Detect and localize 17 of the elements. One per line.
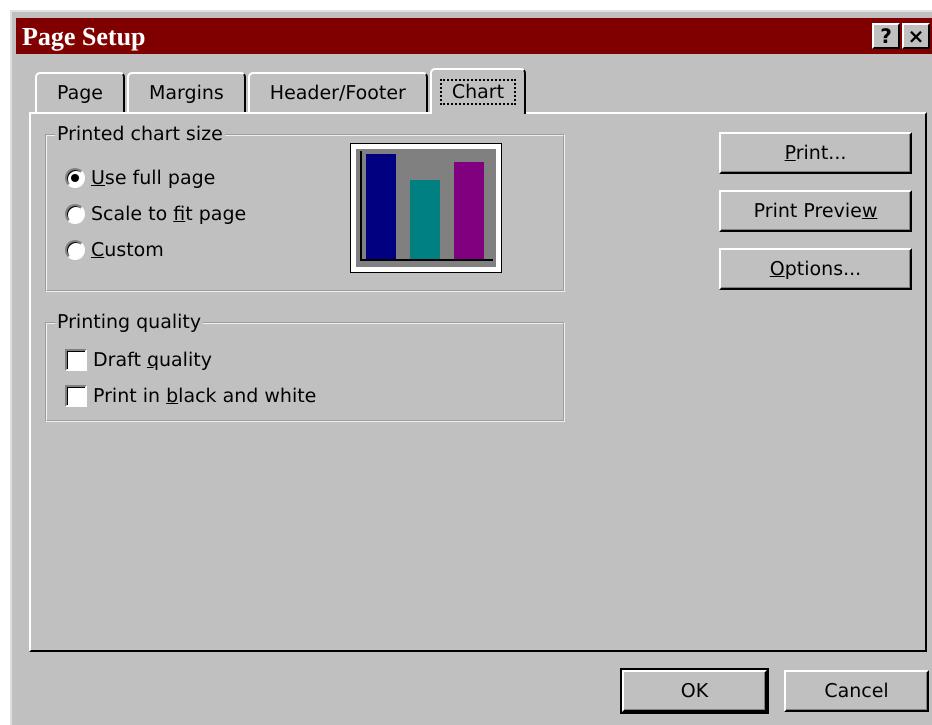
radio-option[interactable]: Custom [65,232,350,268]
checkbox-option[interactable]: Draft quality [65,342,563,378]
tab[interactable]: Margins [127,72,246,112]
help-button[interactable]: ? [872,23,900,49]
radio-option[interactable]: Use full page [65,160,350,196]
radio-option[interactable]: Scale to fit page [65,196,350,232]
window-title: Page Setup [22,20,146,53]
tab[interactable]: Chart [430,68,526,114]
close-button[interactable]: × [902,23,930,49]
cancel-button[interactable]: Cancel [784,670,929,712]
tab[interactable]: Header/Footer [248,72,428,112]
ok-button[interactable]: OK [622,670,767,712]
dialog-button[interactable]: Options... [719,248,912,290]
dialog-button[interactable]: Print... [719,132,912,174]
checkbox-option[interactable]: Print in black and white [65,378,563,414]
tab[interactable]: Page [35,72,125,112]
dialog-button[interactable]: Print Preview [719,190,912,232]
